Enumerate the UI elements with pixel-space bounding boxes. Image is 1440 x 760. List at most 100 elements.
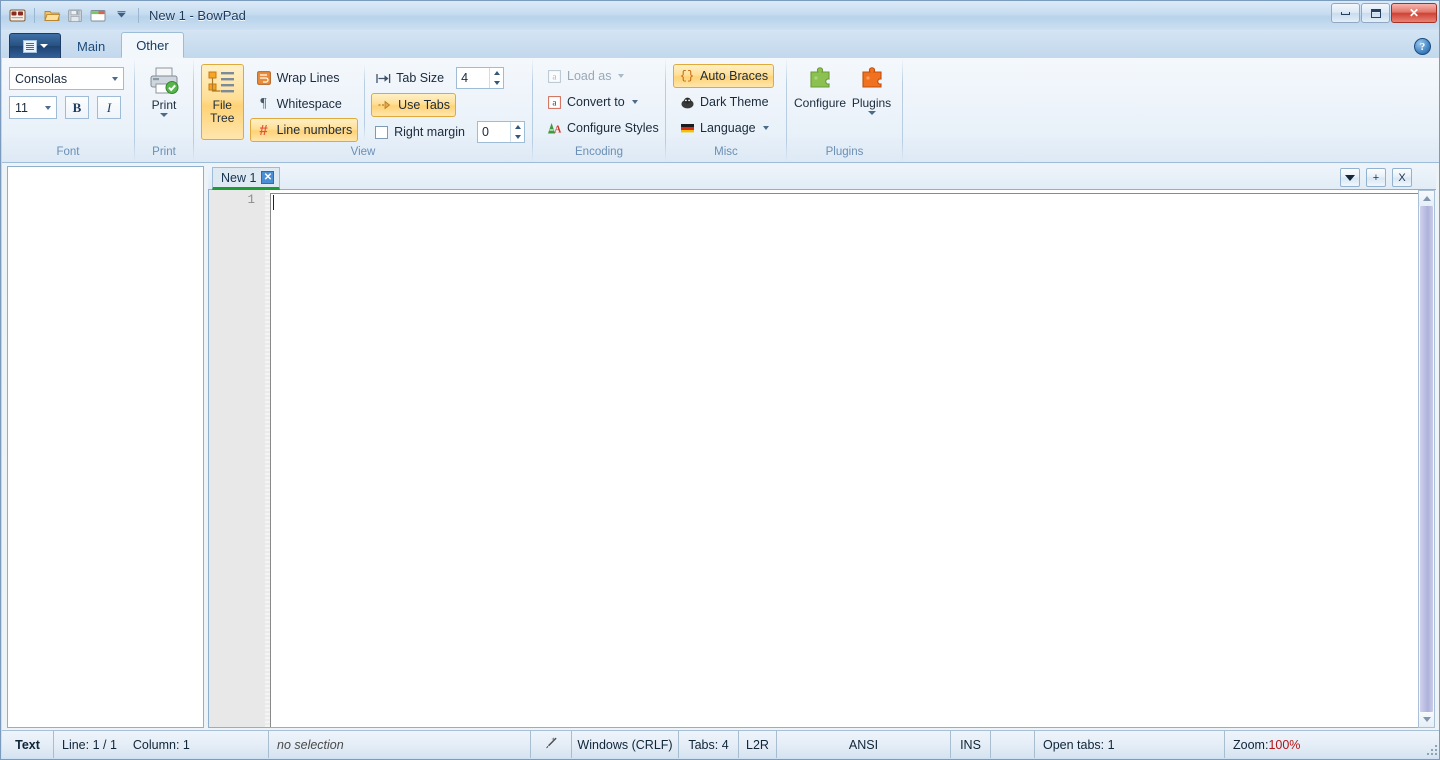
svg-text:a: a <box>552 71 556 81</box>
convert-to-menu[interactable]: a Convert to <box>540 90 644 114</box>
group-label-view: View <box>194 145 532 162</box>
right-margin-value: 0 <box>478 122 510 142</box>
view-inner-divider <box>364 64 365 140</box>
app-icon[interactable] <box>7 6 27 26</box>
status-open-tabs[interactable]: Open tabs: 1 <box>1035 731 1225 758</box>
file-tree-panel[interactable] <box>7 166 204 728</box>
maximize-button[interactable] <box>1361 3 1390 23</box>
document-tab-label: New 1 <box>221 171 256 185</box>
maximize-icon <box>1371 9 1381 18</box>
status-open-tabs-label: Open tabs: 1 <box>1043 738 1115 752</box>
qat-separator-2 <box>138 8 139 23</box>
wrap-lines-toggle[interactable]: Wrap Lines <box>250 66 359 90</box>
status-insert-mode-label: INS <box>960 738 981 752</box>
braces-icon: {} <box>679 68 695 84</box>
scrollbar-thumb[interactable] <box>1420 206 1433 712</box>
tab-size-spinner[interactable]: 4 <box>456 67 504 89</box>
open-file-icon[interactable] <box>42 6 62 26</box>
right-margin-item[interactable]: Right margin <box>371 120 471 144</box>
configure-plugins-button[interactable]: Configure <box>794 64 846 110</box>
load-as-menu[interactable]: a Load as <box>540 64 630 88</box>
auto-braces-label: Auto Braces <box>700 69 768 83</box>
status-spacer <box>991 731 1035 758</box>
puzzle-orange-icon <box>857 66 887 97</box>
font-family-combo[interactable]: Consolas <box>9 67 124 90</box>
configure-label: Configure <box>794 97 846 110</box>
dark-theme-icon <box>679 94 695 110</box>
print-button[interactable]: Print <box>142 64 186 117</box>
auto-braces-toggle[interactable]: {} Auto Braces <box>673 64 774 88</box>
pilcrow-icon: ¶ <box>256 96 272 112</box>
caret-up-icon <box>1423 196 1431 201</box>
file-tree-label-line2: Tree <box>210 112 234 125</box>
puzzle-green-icon <box>805 66 835 97</box>
close-tab-button[interactable]: X <box>1392 168 1412 187</box>
window-title: New 1 - BowPad <box>149 8 246 23</box>
font-size-combo[interactable]: 11 <box>9 96 57 119</box>
status-column: Column: 1 <box>133 738 190 752</box>
status-direction[interactable]: L2R <box>739 731 777 758</box>
bold-button[interactable]: B <box>65 96 89 119</box>
right-margin-spin-buttons[interactable] <box>510 122 524 142</box>
window-tabs-icon[interactable] <box>88 6 108 26</box>
tab-list-dropdown-button[interactable] <box>1340 168 1360 187</box>
minimize-button[interactable] <box>1331 3 1360 23</box>
whitespace-toggle[interactable]: ¶ Whitespace <box>250 92 359 116</box>
dark-theme-toggle[interactable]: Dark Theme <box>673 90 775 114</box>
spin-down-icon[interactable] <box>490 78 503 88</box>
spin-down-icon[interactable] <box>511 132 524 142</box>
group-label-print: Print <box>135 145 193 162</box>
status-tool-button[interactable] <box>531 731 572 758</box>
text-canvas[interactable] <box>270 193 1419 727</box>
scroll-up-button[interactable] <box>1419 191 1434 206</box>
plugins-button[interactable]: Plugins <box>848 64 895 115</box>
ribbon-group-font: Consolas 11 B I Font <box>2 58 134 162</box>
close-icon[interactable]: ✕ <box>261 171 274 184</box>
status-encoding[interactable]: ANSI <box>777 731 951 758</box>
tab-main-label: Main <box>77 39 105 54</box>
encoding-a-icon: a <box>546 68 562 84</box>
use-tabs-toggle[interactable]: Use Tabs <box>371 93 456 117</box>
status-doc-type[interactable]: Text <box>2 731 54 758</box>
scroll-down-button[interactable] <box>1419 712 1434 727</box>
tab-size-label: Tab Size <box>396 71 444 85</box>
language-menu[interactable]: Language <box>673 116 775 140</box>
svg-text:A: A <box>554 125 562 136</box>
group-label-plugins: Plugins <box>787 145 902 162</box>
application-menu-button[interactable] <box>9 33 61 58</box>
right-margin-spinner[interactable]: 0 <box>477 121 525 143</box>
spin-up-icon[interactable] <box>511 122 524 132</box>
close-button[interactable]: ✕ <box>1391 3 1437 23</box>
help-icon[interactable]: ? <box>1414 38 1431 55</box>
status-zoom[interactable]: Zoom: 100% <box>1225 731 1426 758</box>
save-disk-icon[interactable] <box>65 6 85 26</box>
ribbon-group-misc: {} Auto Braces Dark Theme Language <box>666 58 786 162</box>
tab-size-spin-buttons[interactable] <box>489 68 503 88</box>
status-line: Line: 1 / 1 <box>62 738 117 752</box>
status-tabs[interactable]: Tabs: 4 <box>679 731 739 758</box>
file-tree-button[interactable]: File Tree <box>201 64 244 140</box>
right-margin-checkbox[interactable] <box>375 126 388 139</box>
resize-grip[interactable] <box>1426 731 1440 758</box>
window-controls: ✕ <box>1331 3 1437 23</box>
vertical-scrollbar[interactable] <box>1418 190 1435 728</box>
new-tab-button[interactable]: + <box>1366 168 1386 187</box>
chevron-down-icon <box>40 44 48 48</box>
minimize-icon <box>1341 12 1350 15</box>
editor-area[interactable]: 1 <box>208 190 1419 728</box>
document-tab-new-1[interactable]: New 1 ✕ <box>212 167 280 190</box>
tab-other[interactable]: Other <box>121 32 184 58</box>
status-position[interactable]: Line: 1 / 1 Column: 1 <box>54 731 269 758</box>
status-eol[interactable]: Windows (CRLF) <box>572 731 679 758</box>
chevron-down-icon <box>632 100 638 104</box>
line-number-gutter: 1 <box>209 190 265 727</box>
print-label: Print <box>152 99 177 112</box>
status-selection: no selection <box>269 731 531 758</box>
tab-main[interactable]: Main <box>63 34 119 58</box>
line-numbers-toggle[interactable]: # Line numbers <box>250 118 359 142</box>
qat-caret-down-icon[interactable] <box>111 6 131 26</box>
status-insert-mode[interactable]: INS <box>951 731 991 758</box>
configure-styles-button[interactable]: A Configure Styles <box>540 116 665 140</box>
spin-up-icon[interactable] <box>490 68 503 78</box>
italic-button[interactable]: I <box>97 96 121 119</box>
